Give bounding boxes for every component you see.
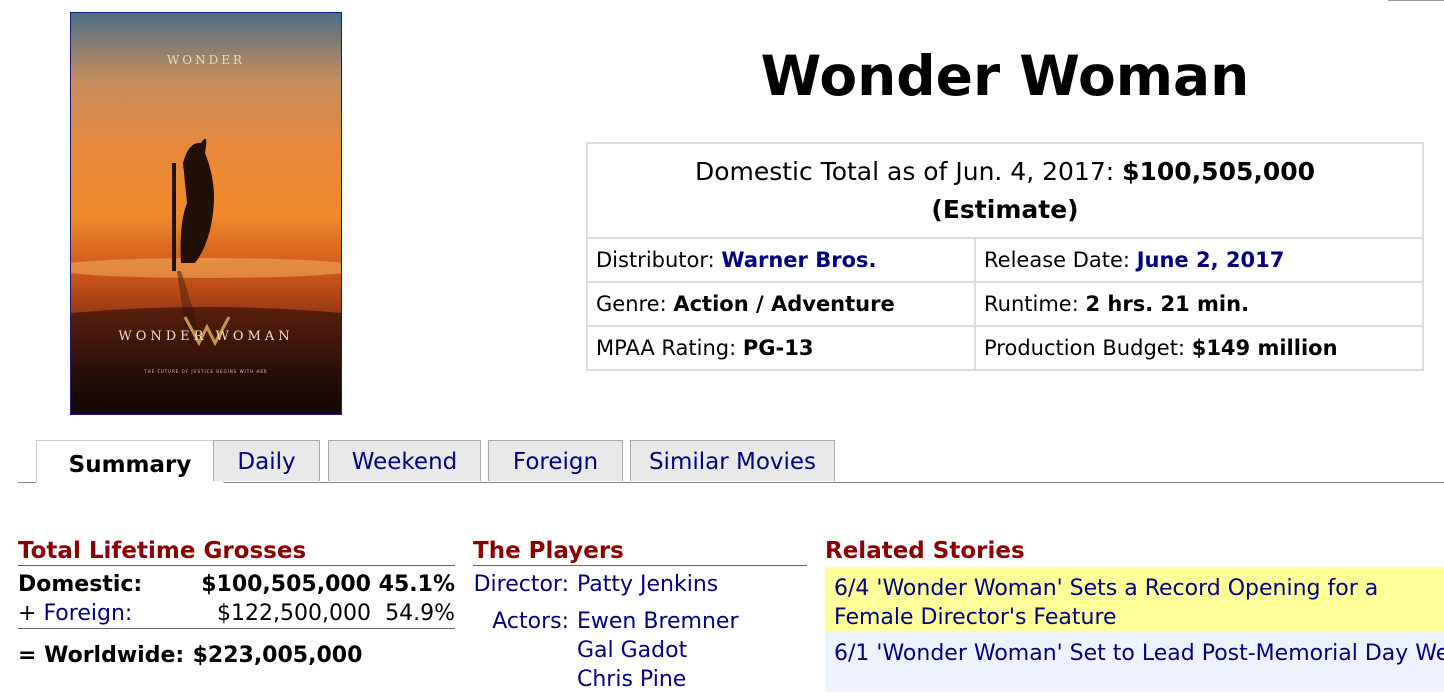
poster-artwork [71, 138, 341, 414]
genre-cell: Genre: Action / Adventure [586, 281, 976, 327]
estimate-note: (Estimate) [931, 194, 1079, 224]
director-row: Director: Patty Jenkins [473, 572, 807, 609]
movie-info-table: Domestic Total as of Jun. 4, 2017: $100,… [586, 142, 1424, 371]
domestic-total-label: Domestic Total as of Jun. 4, 2017: [694, 156, 1115, 186]
domestic-percent: 45.1% [378, 572, 455, 597]
distributor-link[interactable]: Warner Bros. [721, 248, 876, 272]
budget-label: Production Budget: [984, 336, 1186, 360]
poster-top-text: WONDER [166, 53, 246, 67]
release-date-value: June 2, 2017 [1136, 248, 1285, 272]
story-link[interactable]: 6/1 'Wonder Woman' Set to Lead Post-Memo… [834, 641, 1444, 666]
domestic-label: Domestic: [18, 572, 143, 597]
actor-row: Actors: Ewen Bremner [473, 609, 807, 638]
release-date-link[interactable]: June 2, 2017 [1137, 248, 1285, 272]
domestic-row: Domestic: $100,505,000 45.1% [18, 570, 455, 599]
movie-title: Wonder Woman [760, 44, 1250, 108]
worldwide-label: = Worldwide: [18, 643, 185, 668]
tab-foreign[interactable]: Foreign [488, 440, 623, 481]
movie-poster[interactable]: WONDER WONDER WOMAN THE FUTURE OF JUSTIC… [70, 12, 342, 415]
poster-tagline: THE FUTURE OF JUSTICE BEGINS WITH HER [144, 369, 268, 374]
story-link[interactable]: 6/4 'Wonder Woman' Sets a Record Opening… [834, 576, 1378, 630]
runtime-cell: Runtime: 2 hrs. 21 min. [974, 281, 1424, 327]
related-stories: 6/4 'Wonder Woman' Sets a Record Opening… [825, 567, 1444, 692]
mpaa-label: MPAA Rating: [596, 336, 737, 360]
actor-row: Gal Gadot [473, 638, 807, 667]
actors-label: Actors: [492, 609, 569, 634]
actor-link[interactable]: Gal Gadot [577, 638, 687, 663]
release-date-label: Release Date: [984, 248, 1130, 272]
actor-row: Chris Pine [473, 667, 807, 696]
genre-value: Action / Adventure [673, 292, 895, 316]
foreign-prefix: + [18, 601, 44, 626]
runtime-label: Runtime: [984, 292, 1079, 316]
budget-cell: Production Budget: $149 million [974, 325, 1424, 371]
actor-link[interactable]: Ewen Bremner [577, 609, 739, 634]
tab-weekend[interactable]: Weekend [328, 440, 481, 481]
tab-summary[interactable]: Summary [36, 440, 224, 483]
mpaa-cell: MPAA Rating: PG-13 [586, 325, 976, 371]
tab-daily[interactable]: Daily [213, 440, 320, 481]
distributor-label: Distributor: [596, 248, 715, 272]
release-date-cell: Release Date: June 2, 2017 [974, 237, 1424, 283]
domestic-total-value: $100,505,000 [1122, 156, 1316, 186]
story-item: 6/1 'Wonder Woman' Set to Lead Post-Memo… [825, 632, 1444, 692]
poster-title-text: WONDER WOMAN [118, 329, 294, 344]
foreign-gross: $122,500,000 [217, 601, 371, 626]
foreign-link[interactable]: Foreign: [43, 601, 132, 626]
window-edge-line [1388, 0, 1444, 1]
genre-label: Genre: [596, 292, 667, 316]
actor-link[interactable]: Chris Pine [577, 667, 686, 692]
tab-similar-movies[interactable]: Similar Movies [630, 440, 835, 481]
distributor-cell: Distributor: Warner Bros. [586, 237, 976, 283]
foreign-percent: 54.9% [385, 601, 455, 626]
grosses-heading: Total Lifetime Grosses [18, 538, 455, 566]
foreign-row: + Foreign: $122,500,000 54.9% [18, 599, 455, 629]
distributor-value: Warner Bros. [721, 248, 877, 272]
stories-heading: Related Stories [825, 538, 1025, 564]
grosses-table: Domestic: $100,505,000 45.1% + Foreign: … [18, 570, 455, 670]
director-link[interactable]: Patty Jenkins [577, 572, 718, 597]
domestic-gross: $100,505,000 [201, 572, 371, 597]
grosses-divider [18, 628, 455, 641]
domestic-total-cell: Domestic Total as of Jun. 4, 2017: $100,… [586, 142, 1424, 239]
story-item: 6/4 'Wonder Woman' Sets a Record Opening… [825, 567, 1444, 632]
players-list: Director: Patty Jenkins Actors: Ewen Bre… [473, 572, 807, 696]
director-label: Director: [473, 572, 569, 597]
mpaa-value: PG-13 [742, 336, 814, 360]
players-heading: The Players [473, 538, 807, 566]
budget-value: $149 million [1191, 336, 1338, 360]
runtime-value: 2 hrs. 21 min. [1085, 292, 1250, 316]
tab-bar: Summary Daily Weekend Foreign Similar Mo… [18, 440, 1444, 483]
worldwide-row: = Worldwide: $223,005,000 [18, 641, 455, 670]
worldwide-gross: $223,005,000 [192, 643, 363, 668]
